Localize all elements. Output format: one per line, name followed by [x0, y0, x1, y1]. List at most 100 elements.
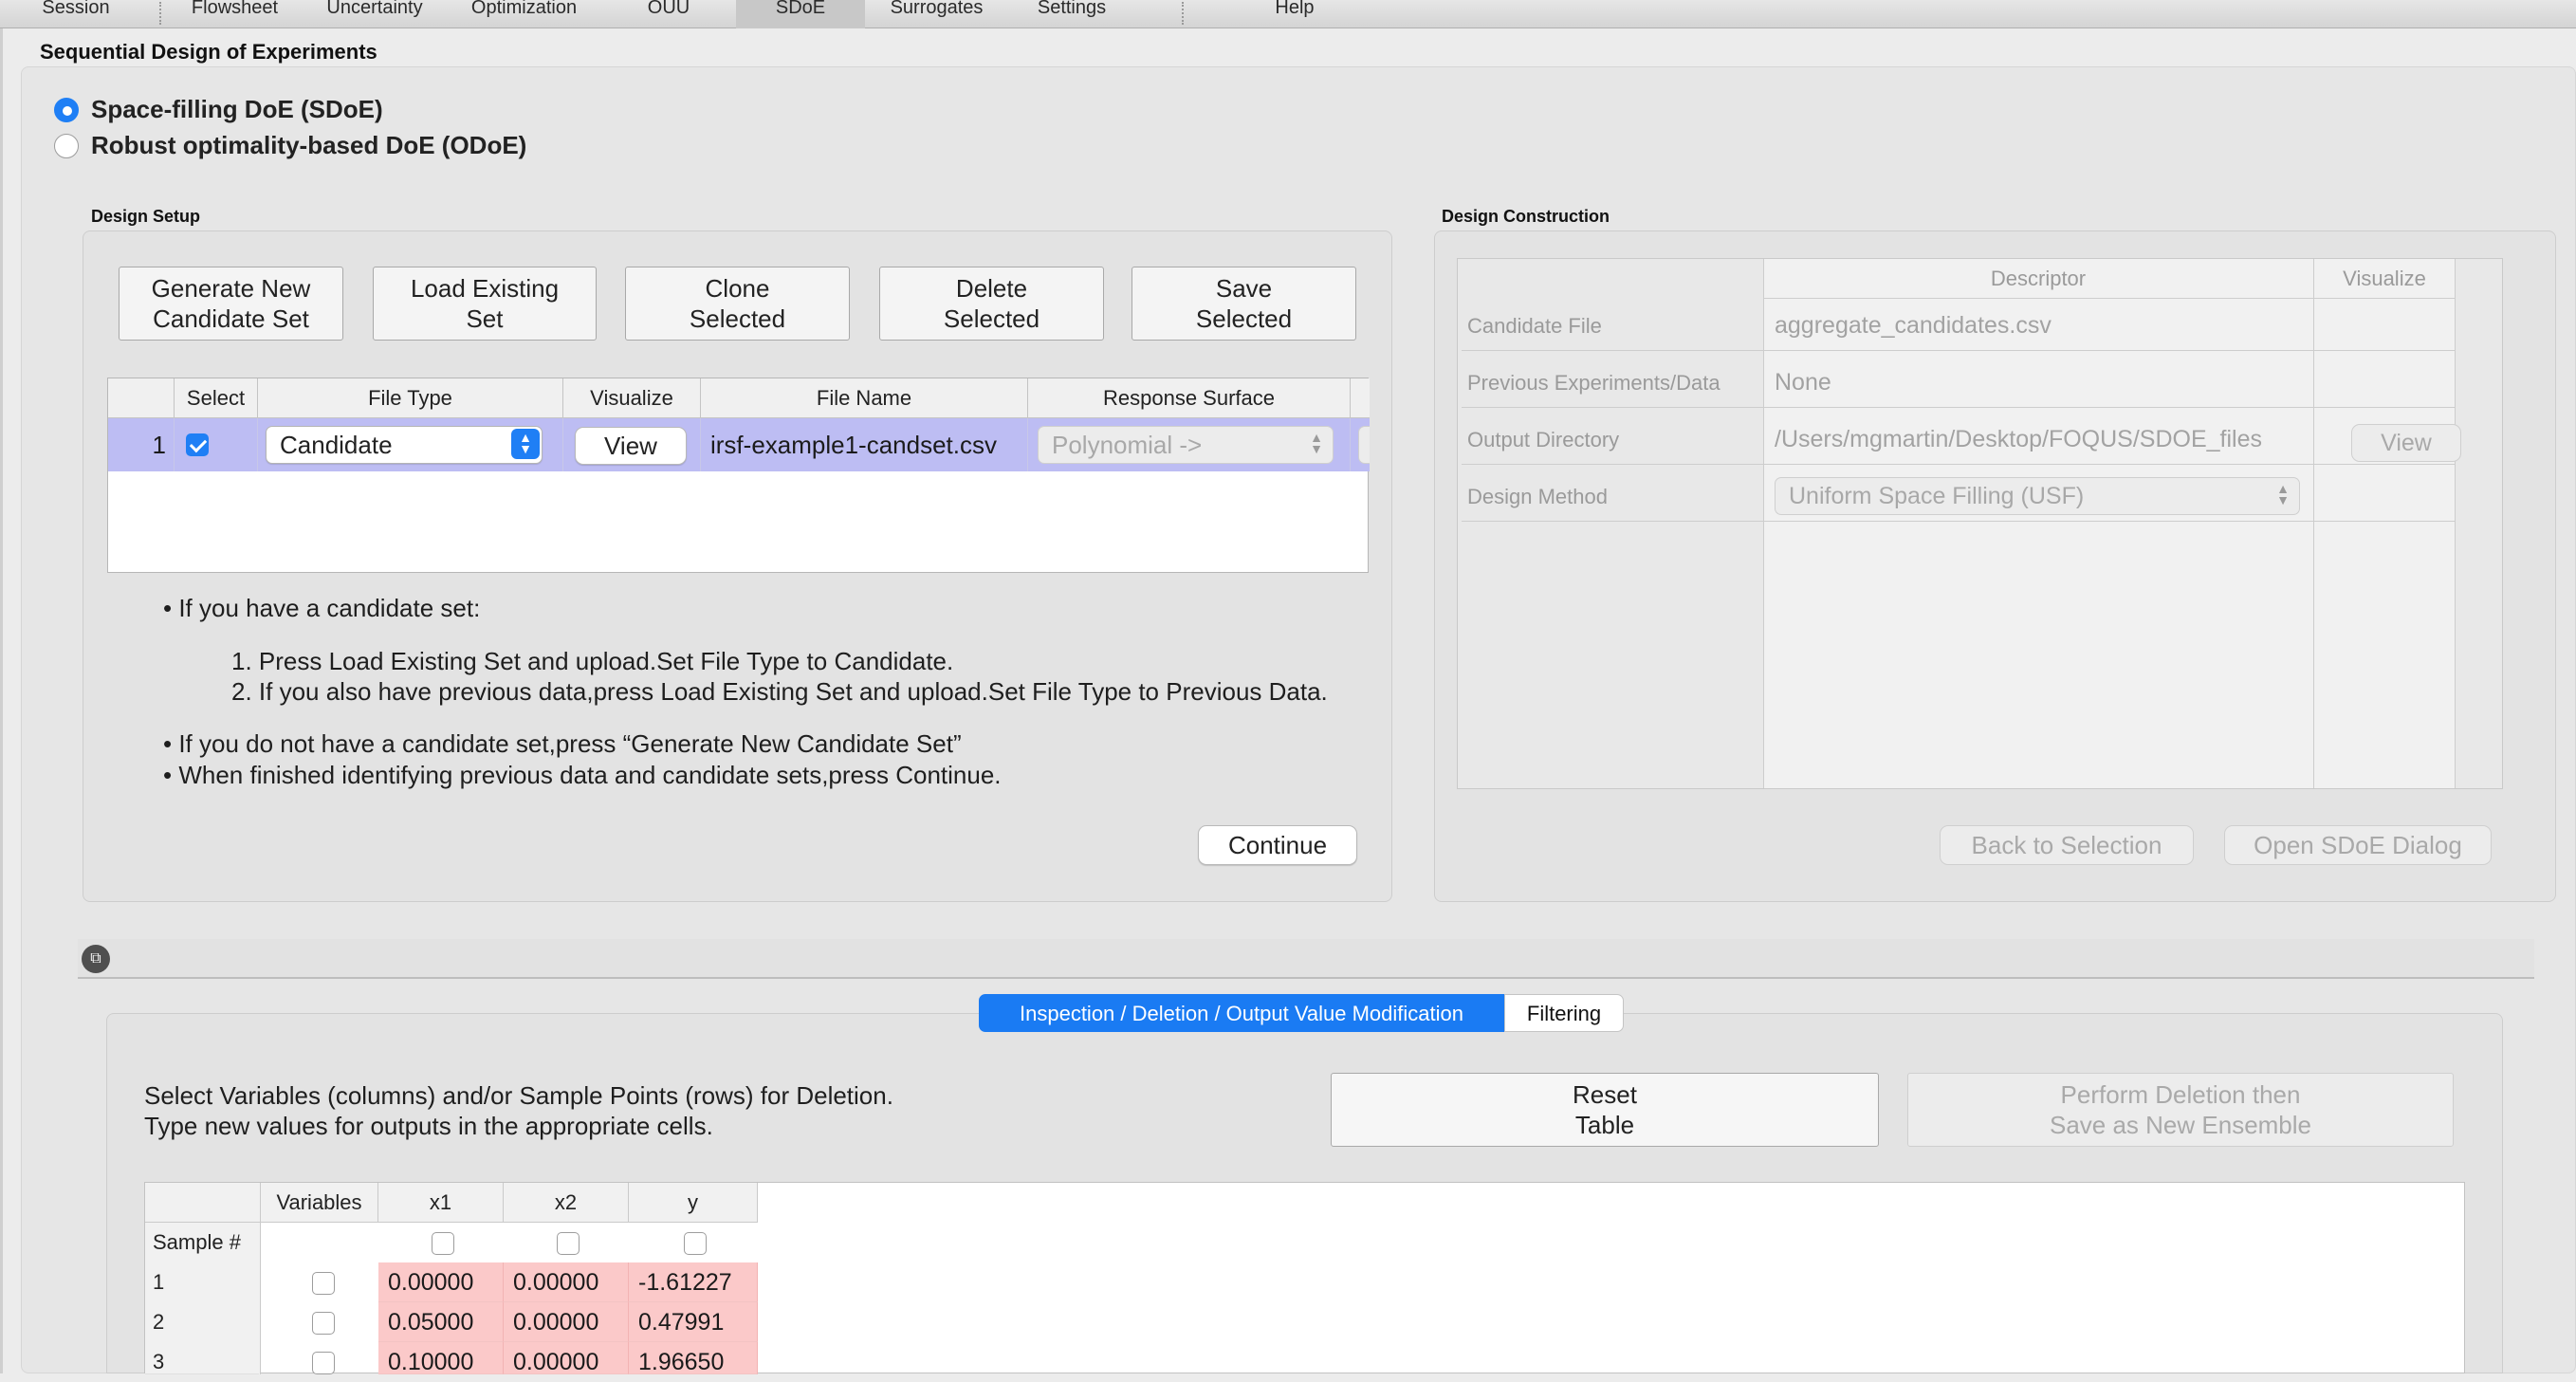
design-method-dropdown: Uniform Space Filling (USF) ▲ ▼ — [1775, 477, 2300, 515]
select-column-y-checkbox[interactable] — [684, 1232, 707, 1255]
cell-y[interactable]: -1.61227 — [629, 1262, 758, 1302]
select-column-x1-checkbox[interactable] — [432, 1232, 454, 1255]
value-previous-data: None — [1775, 369, 1831, 396]
response-surface-value: Polynomial -> — [1052, 431, 1203, 459]
design-setup-title: Design Setup — [91, 207, 201, 226]
tab-uncertainty[interactable]: Uncertainty — [313, 0, 436, 28]
col-header-dc-visualize: Visualize — [2343, 267, 2426, 290]
tab-separator — [1182, 2, 1184, 25]
cell-x2[interactable]: 0.00000 — [504, 1342, 629, 1375]
col-header-y[interactable]: y — [629, 1183, 758, 1223]
tab-filtering[interactable]: Filtering — [1504, 994, 1624, 1032]
tab-inspection-deletion[interactable]: Inspection / Deletion / Output Value Mod… — [979, 994, 1504, 1032]
dropdown-stepper-icon: ▲ ▼ — [511, 429, 540, 459]
col-header-file-type[interactable]: File Type — [258, 378, 563, 418]
cell-x2[interactable]: 0.00000 — [504, 1262, 629, 1302]
window-left-border — [0, 28, 3, 1373]
top-tab-bar: Session Flowsheet Uncertainty Optimizati… — [0, 0, 2576, 28]
design-construction-title: Design Construction — [1442, 207, 1610, 226]
reset-table-button[interactable]: Reset Table — [1331, 1073, 1879, 1147]
select-row-checkbox[interactable] — [312, 1352, 335, 1374]
save-selected-button[interactable]: Save Selected — [1132, 267, 1356, 341]
col-header-corner — [145, 1183, 261, 1223]
row-select-checkbox[interactable] — [186, 433, 209, 456]
inspection-help-line-1: Select Variables (columns) and/or Sample… — [144, 1081, 893, 1110]
tab-session[interactable]: Session — [28, 0, 123, 28]
instruction-bullet-1: • If you have a candidate set: — [163, 594, 481, 622]
back-to-selection-button[interactable]: Back to Selection — [1940, 825, 2194, 865]
row-extra-cell — [1351, 418, 1370, 471]
truncated-dropdown — [1358, 426, 1370, 464]
col-header-response-surface[interactable]: Response Surface — [1028, 378, 1351, 418]
generate-new-candidate-set-button[interactable]: Generate New Candidate Set — [119, 267, 343, 341]
inspection-help-line-2: Type new values for outputs in the appro… — [144, 1112, 713, 1140]
row-response-surface-cell: Polynomial -> ▲ ▼ — [1028, 418, 1351, 471]
row-file-type-cell[interactable]: Candidate ▲ ▼ — [258, 418, 563, 471]
load-existing-set-button[interactable]: Load Existing Set — [373, 267, 597, 341]
design-method-value: Uniform Space Filling (USF) — [1789, 483, 2085, 509]
tab-ouu[interactable]: OUU — [635, 0, 702, 28]
col-header-x1[interactable]: x1 — [378, 1183, 504, 1223]
tab-settings[interactable]: Settings — [1020, 0, 1124, 28]
select-row-checkbox[interactable] — [312, 1312, 335, 1335]
col-header-visualize[interactable]: Visualize — [563, 378, 701, 418]
open-sdoe-dialog-button[interactable]: Open SDoE Dialog — [2224, 825, 2492, 865]
sample-number-label: Sample # — [145, 1223, 259, 1263]
row-visualize-cell: View — [563, 418, 701, 471]
dropdown-stepper-icon: ▲ ▼ — [1310, 430, 1323, 456]
row-number: 2 — [145, 1302, 259, 1343]
select-row-checkbox[interactable] — [312, 1272, 335, 1295]
cell-x1[interactable]: 0.00000 — [378, 1262, 504, 1302]
radio-sdoe[interactable] — [54, 98, 79, 122]
design-construction-table: Descriptor Visualize Candidate File aggr… — [1457, 258, 2503, 789]
label-candidate-file: Candidate File — [1467, 314, 1602, 338]
row-divider — [1462, 350, 2456, 351]
delete-selected-button[interactable]: Delete Selected — [879, 267, 1104, 341]
tab-help[interactable]: Help — [1261, 0, 1328, 28]
instruction-step-1: 1. Press Load Existing Set and upload.Se… — [231, 647, 954, 675]
row-index: 1 — [108, 418, 175, 471]
select-column-x2-checkbox[interactable] — [557, 1232, 580, 1255]
perform-deletion-button[interactable]: Perform Deletion then Save as New Ensemb… — [1907, 1073, 2454, 1147]
tab-flowsheet[interactable]: Flowsheet — [180, 0, 289, 28]
col-header-index — [108, 378, 175, 418]
cell-x1[interactable]: 0.05000 — [378, 1302, 504, 1342]
value-candidate-file: aggregate_candidates.csv — [1775, 312, 2052, 339]
row-number: 1 — [145, 1262, 259, 1303]
col-header-variables: Variables — [261, 1183, 378, 1223]
sample-data-table: Variables x1 x2 y Sample # 1 0.00000 0.0… — [144, 1182, 2465, 1375]
cell-x1[interactable]: 0.10000 — [378, 1342, 504, 1375]
value-output-directory: /Users/mgmartin/Desktop/FOQUS/SDOE_files — [1775, 426, 2263, 452]
file-type-dropdown[interactable]: Candidate ▲ ▼ — [266, 426, 543, 464]
cell-y[interactable]: 0.47991 — [629, 1302, 758, 1342]
view-candidate-button[interactable]: View — [575, 427, 687, 465]
restore-window-icon[interactable]: ⧉ — [82, 945, 110, 973]
panel-splitter[interactable] — [78, 939, 2534, 979]
row-select-cell[interactable] — [175, 418, 258, 471]
row-divider — [1462, 521, 2456, 522]
label-design-method: Design Method — [1467, 485, 1608, 508]
row-divider — [1462, 407, 2456, 408]
tab-optimization[interactable]: Optimization — [460, 0, 588, 28]
cell-y[interactable]: 1.96650 — [629, 1342, 758, 1375]
col-header-x2[interactable]: x2 — [504, 1183, 629, 1223]
tab-sdoe[interactable]: SDoE — [736, 0, 865, 28]
radio-odoe-label[interactable]: Robust optimality-based DoE (ODoE) — [91, 131, 526, 160]
label-output-directory: Output Directory — [1467, 428, 1620, 451]
radio-sdoe-label[interactable]: Space-filling DoE (SDoE) — [91, 95, 383, 124]
col-header-descriptor: Descriptor — [1990, 267, 2087, 290]
cell-x2[interactable]: 0.00000 — [504, 1302, 629, 1342]
candidate-set-table: Select File Type Visualize File Name Res… — [107, 378, 1370, 573]
visualize-column-bg — [2313, 259, 2456, 788]
section-title: Sequential Design of Experiments — [40, 40, 377, 64]
row-file-name: irsf-example1-candset.csv — [701, 418, 1028, 471]
col-header-select[interactable]: Select — [175, 378, 258, 418]
tab-surrogates[interactable]: Surrogates — [877, 0, 996, 28]
view-output-directory-button[interactable]: View — [2351, 424, 2461, 462]
continue-button[interactable]: Continue — [1198, 825, 1357, 865]
radio-odoe[interactable] — [54, 134, 79, 158]
clone-selected-button[interactable]: Clone Selected — [625, 267, 850, 341]
response-surface-dropdown: Polynomial -> ▲ ▼ — [1038, 426, 1334, 464]
instruction-step-2: 2. If you also have previous data,press … — [231, 677, 1328, 706]
col-header-file-name[interactable]: File Name — [701, 378, 1028, 418]
